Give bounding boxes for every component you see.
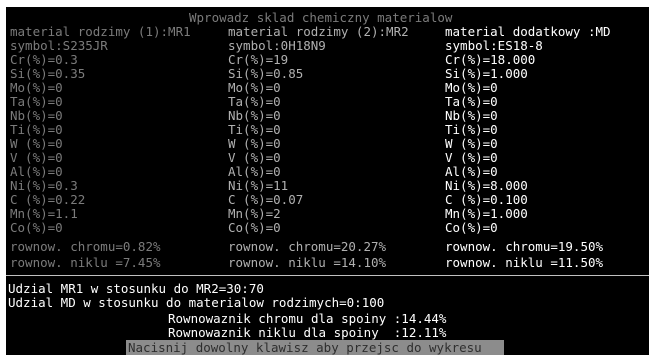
mr2-v: V (%)=0 xyxy=(228,150,281,165)
mr2-cr: Cr(%)=19 xyxy=(228,52,289,67)
mr1-ni: Ni(%)=0.3 xyxy=(10,178,78,193)
mr2-co: Co(%)=0 xyxy=(228,220,281,235)
md-mn: Mn(%)=1.000 xyxy=(445,206,528,221)
mr2-mo: Mo(%)=0 xyxy=(228,80,281,95)
md-co: Co(%)=0 xyxy=(445,220,498,235)
md-c: C (%)=0.100 xyxy=(445,192,528,207)
mr1-mo: Mo(%)=0 xyxy=(10,80,63,95)
mr2-ti: Ti(%)=0 xyxy=(228,122,281,137)
md-symbol: symbol:ES18-8 xyxy=(445,38,543,53)
mr2-eq-nikl: rownow. niklu =14.10% xyxy=(228,255,387,270)
mr1-si: Si(%)=0.35 xyxy=(10,66,86,81)
mr2-ni: Ni(%)=11 xyxy=(228,178,289,193)
md-eq-chrom: rownow. chromu=19.50% xyxy=(445,239,604,254)
mr1-al: Al(%)=0 xyxy=(10,164,63,179)
md-ratio-text: Udzial MD w stosunku do materialow rodzi… xyxy=(8,295,385,310)
md-nb: Nb(%)=0 xyxy=(445,108,498,123)
mr1-nb: Nb(%)=0 xyxy=(10,108,63,123)
mr2-header: material rodzimy (2):MR2 xyxy=(228,24,409,39)
md-si: Si(%)=1.000 xyxy=(445,66,528,81)
mr2-w: W (%)=0 xyxy=(228,136,281,151)
weld-nikl-equivalent: Rownowaznik niklu dla spoiny :12.11% xyxy=(168,325,447,340)
mr1-mn: Mn(%)=1.1 xyxy=(10,206,78,221)
mr1-eq-chrom: rownow. chromu=0.82% xyxy=(10,239,161,254)
mr1-ti: Ti(%)=0 xyxy=(10,122,63,137)
md-eq-nikl: rownow. niklu =11.50% xyxy=(445,255,604,270)
md-ti: Ti(%)=0 xyxy=(445,122,498,137)
md-al: Al(%)=0 xyxy=(445,164,498,179)
mr2-ta: Ta(%)=0 xyxy=(228,94,281,109)
mr2-mn: Mn(%)=2 xyxy=(228,206,281,221)
mr2-si: Si(%)=0.85 xyxy=(228,66,304,81)
separator-line xyxy=(6,275,649,276)
mr1-header: material rodzimy (1):MR1 xyxy=(10,24,191,39)
mr2-eq-chrom: rownow. chromu=20.27% xyxy=(228,239,387,254)
mr1-eq-nikl: rownow. niklu =7.45% xyxy=(10,255,161,270)
mr1-cr: Cr(%)=0.3 xyxy=(10,52,78,67)
md-mo: Mo(%)=0 xyxy=(445,80,498,95)
mr2-c: C (%)=0.07 xyxy=(228,192,304,207)
weld-chrom-equivalent: Rownowaznik chromu dla spoiny :14.44% xyxy=(168,311,447,326)
mr2-nb: Nb(%)=0 xyxy=(228,108,281,123)
mr2-al: Al(%)=0 xyxy=(228,164,281,179)
md-v: V (%)=0 xyxy=(445,150,498,165)
md-ta: Ta(%)=0 xyxy=(445,94,498,109)
mr1-ta: Ta(%)=0 xyxy=(10,94,63,109)
md-ni: Ni(%)=8.000 xyxy=(445,178,528,193)
mr1-v: V (%)=0 xyxy=(10,150,63,165)
mr2-symbol: symbol:0H18N9 xyxy=(228,38,326,53)
mr1-w: W (%)=0 xyxy=(10,136,63,151)
screen-title: Wprowadz sklad chemiczny materialow xyxy=(189,10,453,25)
mr1-ratio-text: Udzial MR1 w stosunku do MR2=30:70 xyxy=(8,281,264,296)
dos-console-screen: Wprowadz sklad chemiczny materialow mate… xyxy=(6,7,649,355)
md-w: W (%)=0 xyxy=(445,136,498,151)
md-cr: Cr(%)=18.000 xyxy=(445,52,536,67)
mr1-c: C (%)=0.22 xyxy=(10,192,86,207)
mr1-symbol: symbol:S235JR xyxy=(10,38,108,53)
continue-prompt-text: Nacisnij dowolny klawisz aby przejsc do … xyxy=(128,340,482,355)
mr1-co: Co(%)=0 xyxy=(10,220,63,235)
md-header: material dodatkowy :MD xyxy=(445,24,611,39)
